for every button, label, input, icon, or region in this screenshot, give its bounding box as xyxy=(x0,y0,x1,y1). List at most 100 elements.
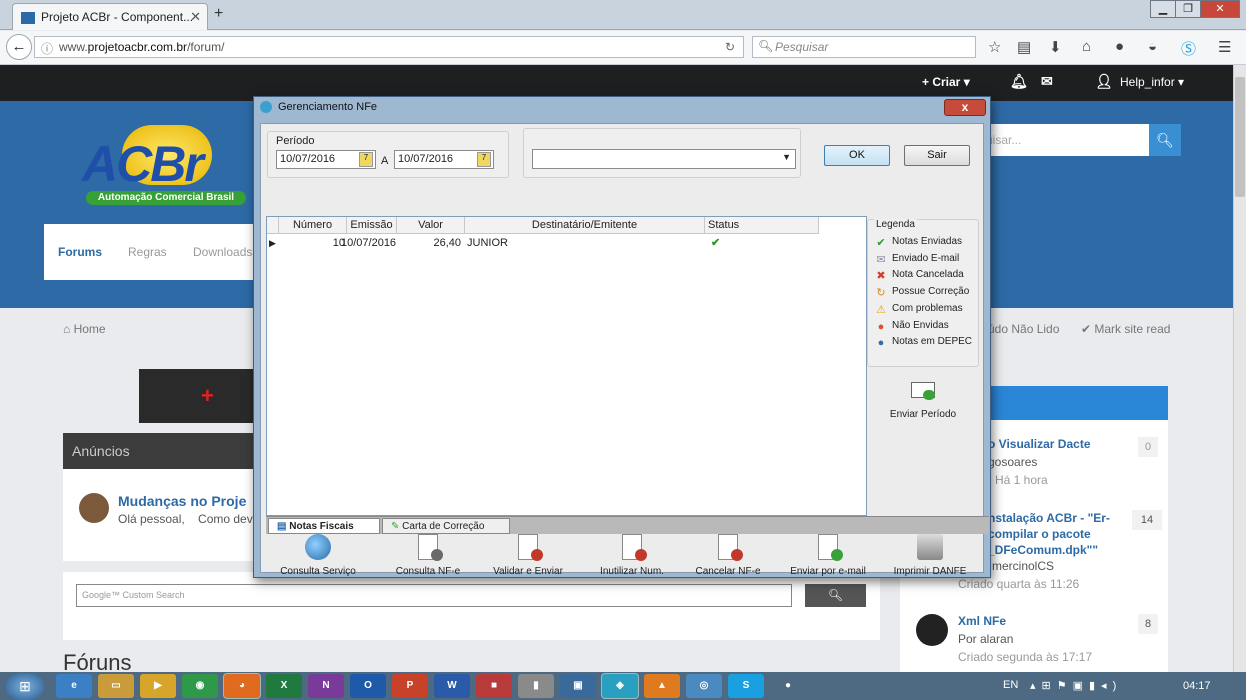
back-button[interactable]: ← xyxy=(6,34,32,60)
start-button[interactable]: ⊞ xyxy=(6,673,44,700)
excel-icon[interactable]: X xyxy=(266,674,302,698)
google-search-placeholder: Google™ Custom Search xyxy=(82,590,185,600)
toolbar-button[interactable]: Cancelar NF-e xyxy=(684,534,772,577)
exit-button[interactable]: Sair xyxy=(904,145,970,166)
home-icon[interactable]: ⌂ xyxy=(1082,38,1091,55)
chrome-icon[interactable]: ◉ xyxy=(182,674,218,698)
filter-select[interactable]: ▼ xyxy=(532,149,796,169)
app-red-icon[interactable]: ■ xyxy=(476,674,512,698)
column-header[interactable]: Número xyxy=(279,217,347,234)
announcement-title[interactable]: Mudanças no Proje xyxy=(118,493,246,509)
ie-icon[interactable]: e xyxy=(56,674,92,698)
toolbar-button[interactable]: Enviar por e-mail xyxy=(784,534,872,577)
breadcrumb[interactable]: ⌂ Home xyxy=(63,322,106,336)
search-icon: 🔍︎ xyxy=(758,39,774,53)
tab-notas-fiscais[interactable]: ▤ Notas Fiscais xyxy=(268,518,380,534)
acbr-logo[interactable]: ACBr Automação Comercial Brasil xyxy=(82,125,250,205)
chat-icon[interactable]: ● xyxy=(1115,38,1124,55)
app-gray-icon[interactable]: ▮ xyxy=(518,674,554,698)
reload-icon[interactable]: ↻ xyxy=(725,40,735,54)
close-tab-icon[interactable]: ✕ xyxy=(190,9,201,25)
toolbar-button[interactable]: Validar e Enviar xyxy=(484,534,572,577)
new-tab-button[interactable]: + xyxy=(214,5,223,23)
column-header[interactable]: Emissão xyxy=(347,217,397,234)
ok-button[interactable]: OK xyxy=(824,145,890,166)
toolbar-button[interactable]: Imprimir DANFE xyxy=(886,534,974,577)
tray-icons[interactable]: ▴⊞⚑▣▮◂) xyxy=(1030,679,1122,692)
clock[interactable]: 04:17 xyxy=(1183,680,1211,692)
column-header[interactable]: Valor xyxy=(397,217,465,234)
skype-taskbar-icon[interactable]: S xyxy=(728,674,764,698)
tab-title: Projeto ACBr - Component... xyxy=(41,10,194,24)
unread-content-link[interactable]: údo Não Lido xyxy=(988,322,1059,336)
bookmarks-list-icon[interactable]: ▤ xyxy=(1017,38,1031,56)
skype-icon[interactable]: Ⓢ xyxy=(1181,38,1196,59)
onenote-icon[interactable]: N xyxy=(308,674,344,698)
downloads-icon[interactable]: ⬇ xyxy=(1049,38,1062,56)
mark-read-label: Mark site read xyxy=(1094,322,1171,336)
nfe-manager-dialog: Gerenciamento NFe x Período 10/07/2016 7 … xyxy=(253,96,991,578)
column-header[interactable]: Status xyxy=(705,217,819,234)
toolbar-button[interactable]: Inutilizar Num. xyxy=(588,534,676,577)
explorer-icon[interactable]: ▭ xyxy=(98,674,134,698)
legend-title: Legenda xyxy=(874,219,917,230)
google-search-button[interactable]: 🔍︎ xyxy=(805,584,866,607)
page-scrollbar[interactable] xyxy=(1233,65,1246,672)
dialog-titlebar[interactable]: Gerenciamento NFe xyxy=(254,97,990,119)
browser-tab[interactable]: Projeto ACBr - Component... ✕ xyxy=(12,3,208,30)
recent-topic-title[interactable]: Xml NFe xyxy=(958,614,1006,628)
column-header[interactable]: Destinatário/Emitente xyxy=(465,217,705,234)
nfe-app-icon[interactable]: ◈ xyxy=(602,674,638,698)
email-send-icon xyxy=(909,378,937,402)
media-player-icon[interactable]: ▶ xyxy=(140,674,176,698)
scrollbar-thumb[interactable] xyxy=(1235,77,1245,197)
calendar-icon[interactable]: 7 xyxy=(359,152,373,167)
bookmark-star-icon[interactable]: ☆ xyxy=(988,38,1001,56)
calendar-icon[interactable]: 7 xyxy=(477,152,491,167)
powerpoint-icon[interactable]: P xyxy=(392,674,428,698)
app-blue-icon[interactable]: ◎ xyxy=(686,674,722,698)
nav-regras[interactable]: Regras xyxy=(128,245,167,259)
language-indicator[interactable]: EN xyxy=(1003,679,1018,691)
outlook-icon[interactable]: O xyxy=(350,674,386,698)
toolbar-button[interactable]: Consulta NF-e xyxy=(384,534,472,577)
app-circle-icon[interactable]: ● xyxy=(770,674,806,698)
firefox-icon[interactable]: ◕ xyxy=(224,674,260,698)
user-menu[interactable]: Help_infor ▾ xyxy=(1120,75,1184,89)
notifications-bell-icon[interactable]: 🔔︎ xyxy=(1010,73,1028,90)
notes-grid[interactable]: Número Emissão Valor Destinatário/Emiten… xyxy=(266,216,867,516)
word-icon[interactable]: W xyxy=(434,674,470,698)
printer-ad-image[interactable]: + xyxy=(139,369,254,423)
dialog-close-button[interactable]: x xyxy=(944,99,986,116)
nav-forums[interactable]: Forums xyxy=(58,245,102,259)
send-period-button[interactable]: Enviar Período xyxy=(867,372,979,432)
legend-item: ↻ Possue Correção xyxy=(875,286,969,299)
browser-search-input[interactable]: 🔍︎ Pesquisar xyxy=(752,36,976,58)
period-label: Período xyxy=(276,135,315,147)
tab-carta-correcao[interactable]: ✎ Carta de Correção xyxy=(382,518,510,534)
mark-read-link[interactable]: ✔ Mark site read xyxy=(1081,322,1170,336)
minimize-button[interactable]: ▁ xyxy=(1150,0,1176,18)
remote-desktop-icon[interactable]: ▣ xyxy=(560,674,596,698)
date-from-input[interactable]: 10/07/2016 7 xyxy=(276,150,376,169)
nav-downloads[interactable]: Downloads xyxy=(193,245,252,259)
vlc-icon[interactable]: ▲ xyxy=(644,674,680,698)
recent-topic-title[interactable]: o Visualizar Dacte xyxy=(988,437,1091,451)
toolbar-button[interactable]: Consulta Serviço xyxy=(274,534,362,577)
menu-icon[interactable]: ☰ xyxy=(1218,38,1231,56)
pocket-icon[interactable]: ◒ xyxy=(1148,38,1157,55)
google-search-input[interactable]: Google™ Custom Search xyxy=(76,584,792,607)
site-search-button[interactable]: 🔍︎ xyxy=(1149,124,1181,156)
recent-topic-author: Por alaran xyxy=(958,632,1014,646)
maximize-button[interactable]: ❐ xyxy=(1175,0,1201,18)
recent-topic-title[interactable]: nstalação ACBr - "Er-compilar o pacote _… xyxy=(988,510,1118,558)
url-bar[interactable]: ⓘ www.projetoacbr.com.br/forum/ ↻ xyxy=(34,36,744,58)
date-to-input[interactable]: 10/07/2016 7 xyxy=(394,150,494,169)
close-window-button[interactable]: ✕ xyxy=(1200,0,1240,18)
grid-tabs: ▤ Notas Fiscais ✎ Carta de Correção xyxy=(266,516,989,534)
site-search-input[interactable]: uisar... xyxy=(978,124,1150,156)
info-icon[interactable]: ⓘ xyxy=(41,40,53,57)
create-menu[interactable]: + Criar ▾ xyxy=(922,75,970,89)
printer-icon xyxy=(917,534,943,560)
messages-envelope-icon[interactable]: ✉ xyxy=(1041,73,1053,90)
